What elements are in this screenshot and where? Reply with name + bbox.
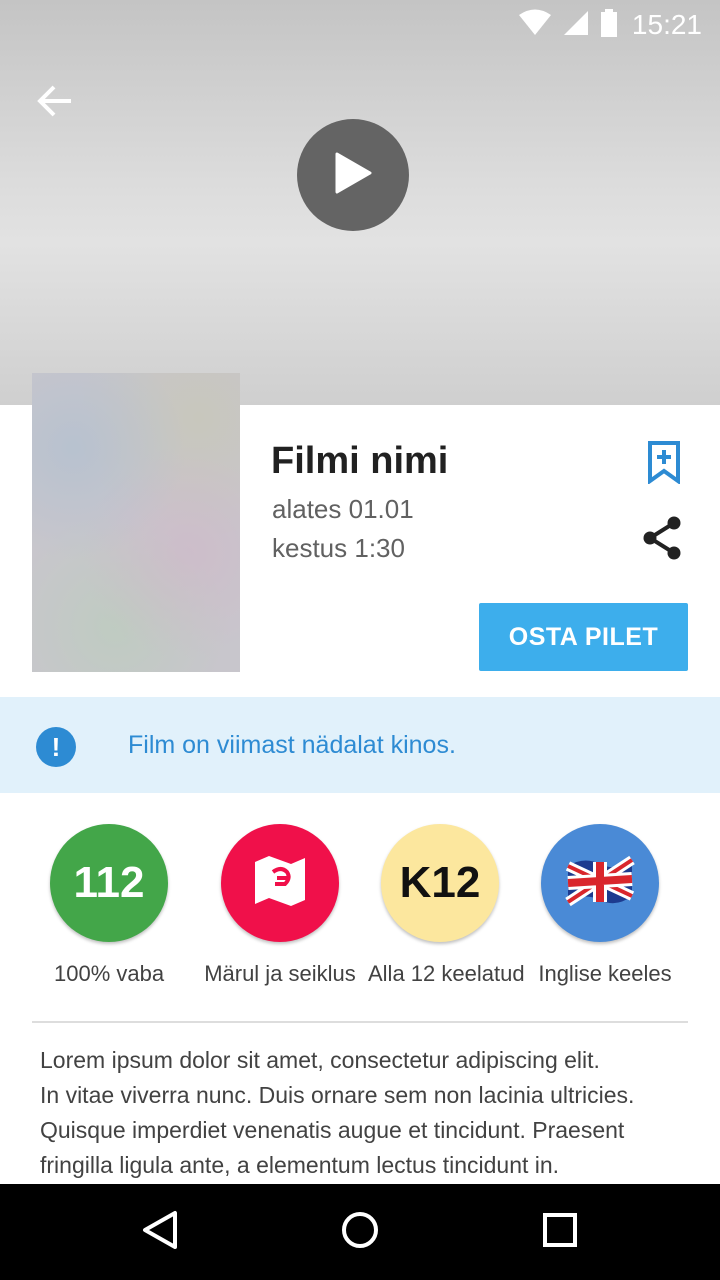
film-title: Filmi nimi [271,440,449,482]
uk-flag-icon [564,852,636,915]
film-poster [32,373,240,672]
nav-back-icon [140,1209,180,1256]
nav-home-icon [340,1210,380,1255]
rating-badge-112: 112 [50,824,168,942]
wifi-icon [518,9,552,42]
age-badge-k12: K12 [381,824,499,942]
language-badge [541,824,659,942]
notice-text: Film on viimast nädalat kinos. [128,731,456,759]
play-icon [333,151,373,200]
play-trailer-button[interactable] [297,119,409,231]
nav-recents-icon [541,1211,579,1254]
description-line-1: Lorem ipsum dolor sit amet, consectetur … [40,1047,600,1073]
badge-k12-text: K12 [399,858,481,907]
map-icon [251,852,309,915]
video-header: 15:21 [0,0,720,405]
badge-label: Märul ja seiklus [204,961,356,986]
share-button[interactable] [640,515,684,561]
film-description: Lorem ipsum dolor sit amet, consectetur … [40,1043,690,1183]
bookmark-button[interactable] [645,440,683,485]
nav-back-button[interactable] [136,1208,184,1256]
genre-badge [221,824,339,942]
badge-label: 100% vaba [54,961,165,986]
nav-home-button[interactable] [336,1208,384,1256]
film-duration: kestus 1:30 [272,533,405,563]
back-button[interactable] [30,80,80,126]
battery-icon [600,8,618,43]
arrow-back-icon [37,84,73,123]
description-line-2: In vitae viverra nunc. Duis ornare sem n… [40,1082,635,1178]
nav-recents-button[interactable] [536,1208,584,1256]
signal-icon [562,9,590,42]
status-bar: 15:21 [0,0,720,50]
share-icon [640,516,684,565]
badge-label: Inglise keeles [538,961,672,986]
status-time: 15:21 [631,9,702,40]
badge-label: Alla 12 keelatud [368,961,525,986]
buy-ticket-button[interactable]: OSTA PILET [479,603,688,671]
film-release-date: alates 01.01 [272,494,414,524]
bookmark-add-icon [645,441,683,488]
badge-112-text: 112 [73,858,145,907]
info-icon: ! [36,727,76,767]
divider [32,1021,688,1023]
